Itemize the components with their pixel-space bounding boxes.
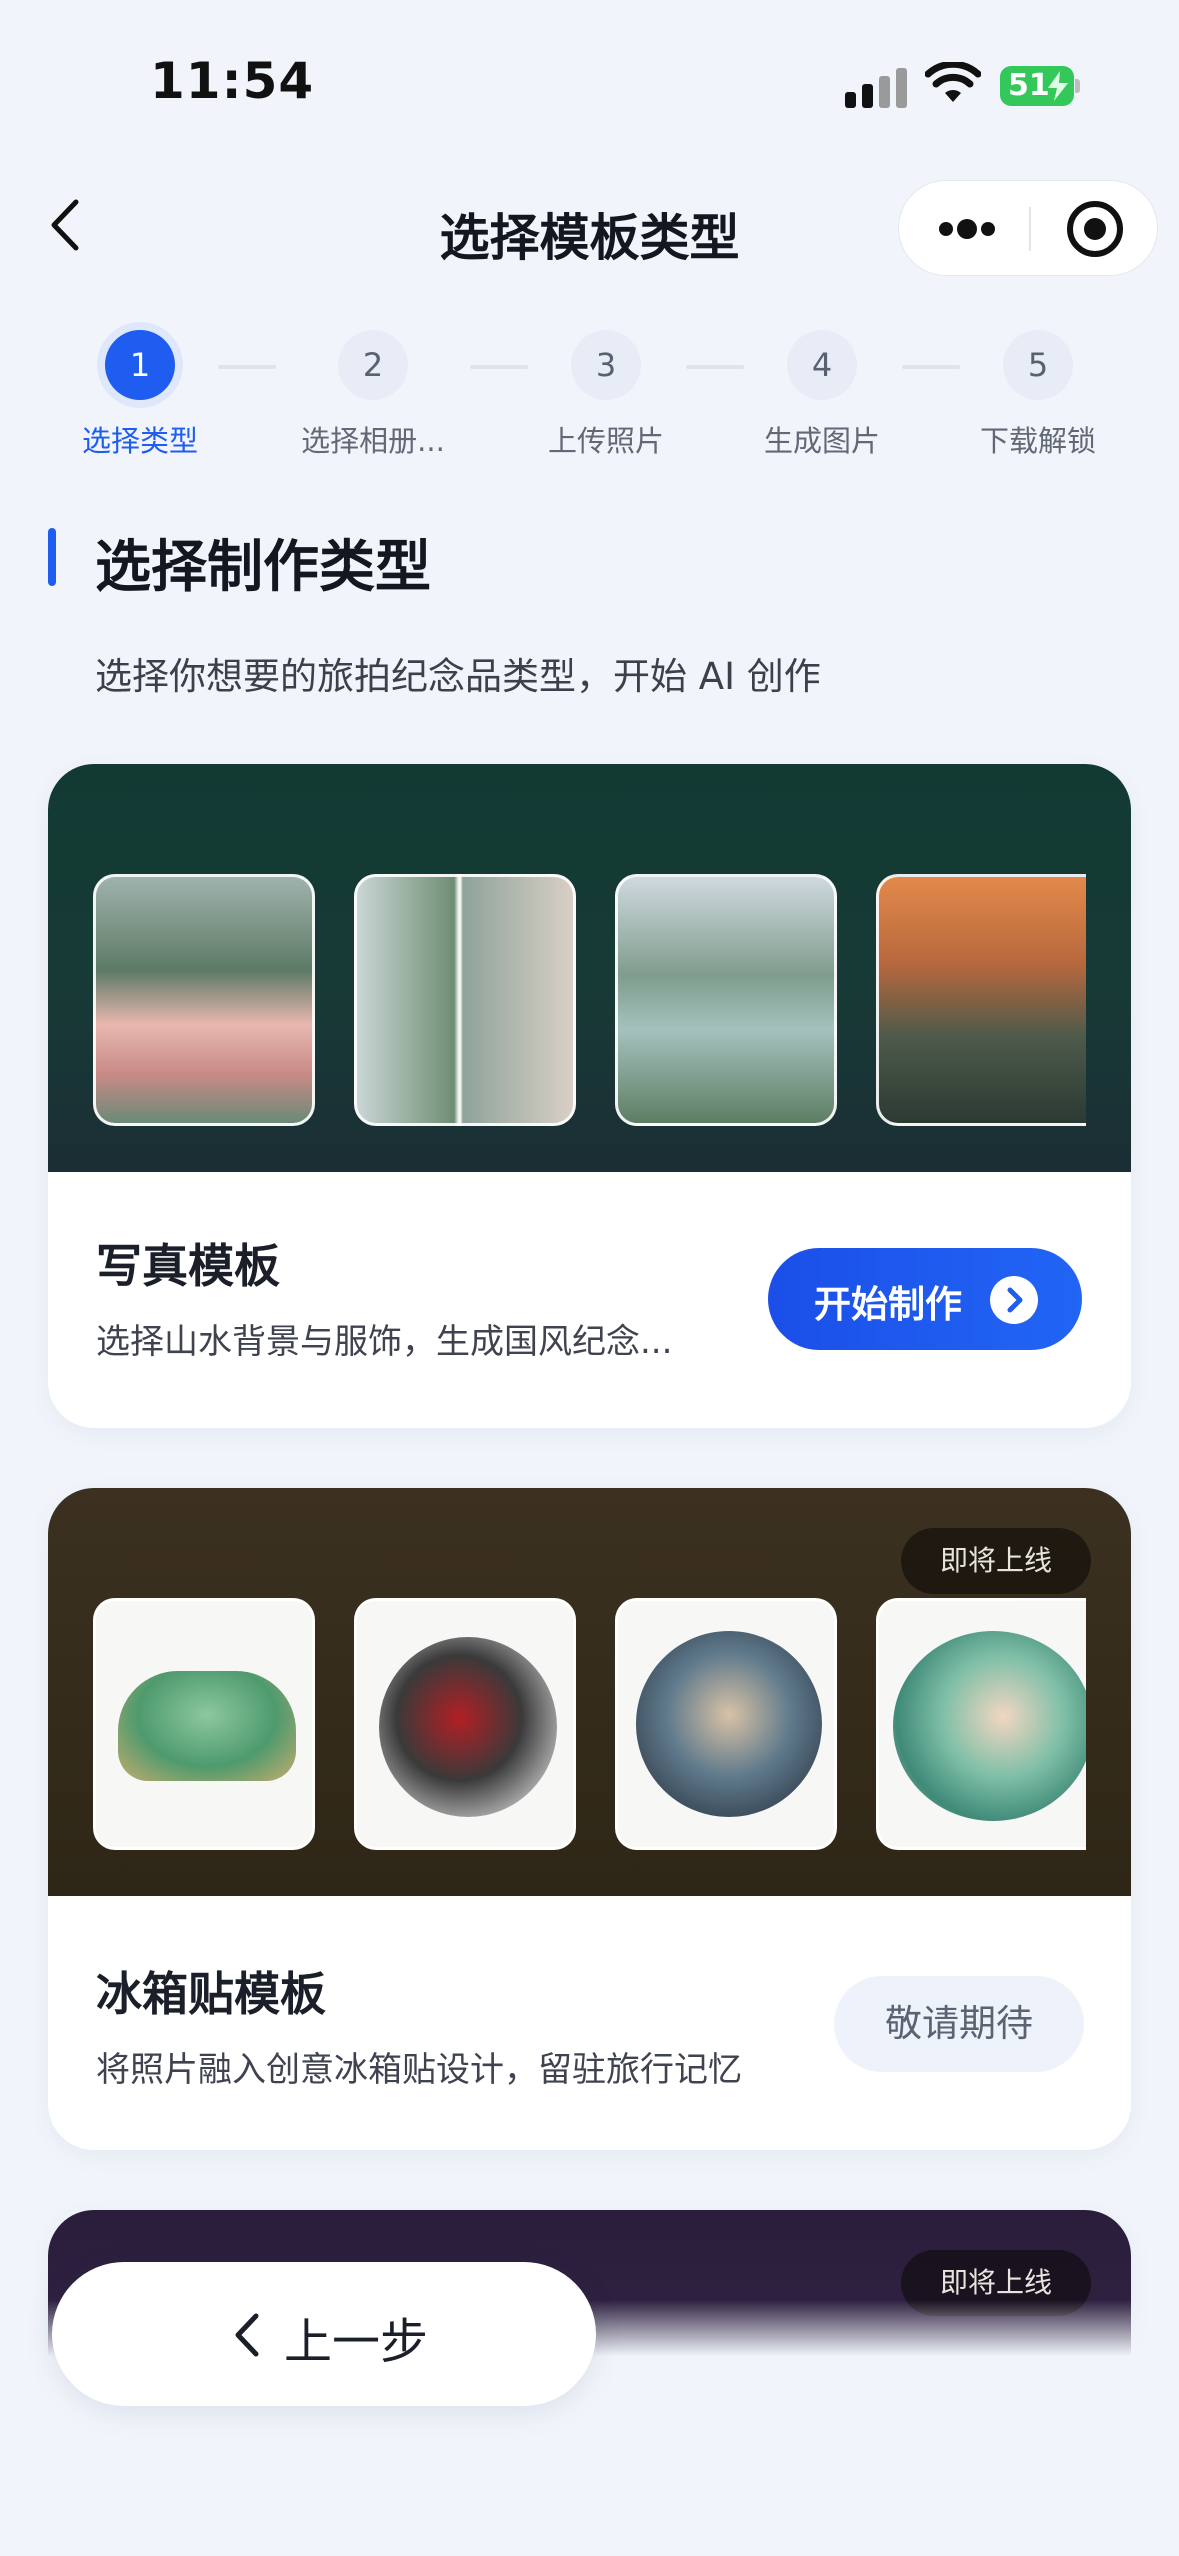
- section-title: 选择制作类型: [95, 535, 431, 600]
- battery-level: 51: [1008, 68, 1050, 103]
- coming-soon-badge: 即将上线: [901, 1528, 1091, 1594]
- battery-tip: [1075, 79, 1080, 93]
- card-title: 冰箱贴模板: [96, 1967, 326, 2021]
- battery-icon: 51: [1000, 66, 1074, 106]
- template-preview-image: [876, 874, 1086, 1126]
- step-5: 5 下载解锁: [938, 330, 1138, 460]
- step-number: 3: [571, 330, 641, 400]
- step-number: 5: [1003, 330, 1073, 400]
- step-label: 上传照片: [547, 424, 664, 458]
- magnet-art: [379, 1637, 557, 1817]
- template-preview-image: [615, 874, 837, 1126]
- status-bar: 11:54 51: [0, 0, 1179, 170]
- step-2: 2 选择相册...: [273, 330, 473, 460]
- stay-tuned-button: 敬请期待: [834, 1976, 1084, 2072]
- template-preview-image: [615, 1598, 837, 1850]
- step-1: 1 选择类型: [40, 330, 240, 460]
- chevron-right-icon: [990, 1276, 1038, 1324]
- charging-bolt-icon: [1048, 71, 1068, 101]
- card-banner: 即将上线: [48, 1488, 1131, 1896]
- section-description: 选择你想要的旅拍纪念品类型，开始 AI 创作: [95, 655, 821, 698]
- chevron-left-icon: [235, 2313, 259, 2357]
- section-accent-bar: [48, 528, 56, 586]
- step-number: 4: [787, 330, 857, 400]
- card-banner: [48, 764, 1131, 1172]
- card-title: 写真模板: [96, 1239, 280, 1293]
- magnet-art: [636, 1631, 822, 1817]
- previous-step-label: 上一步: [284, 2314, 429, 2370]
- template-preview-image: [93, 1598, 315, 1850]
- portrait-template-card[interactable]: 写真模板 选择山水背景与服饰，生成国风纪念... 开始制作: [48, 764, 1131, 1428]
- fridge-magnet-template-card: 即将上线 冰箱贴模板 将照片融入创意冰箱贴设计，留驻旅行记忆 敬请期待: [48, 1488, 1131, 2150]
- step-label: 生成图片: [763, 424, 880, 458]
- template-preview-image: [354, 874, 576, 1126]
- capsule-divider: [1029, 207, 1031, 251]
- wifi-icon: [925, 62, 981, 102]
- step-label: 选择类型: [81, 424, 198, 458]
- cellular-signal-icon: [845, 66, 907, 108]
- miniprogram-capsule: [898, 180, 1158, 276]
- step-label: 选择相册...: [301, 424, 445, 458]
- start-making-button[interactable]: 开始制作: [768, 1248, 1082, 1350]
- magnet-art: [118, 1671, 296, 1781]
- step-number: 2: [338, 330, 408, 400]
- template-preview-image: [354, 1598, 576, 1850]
- close-miniprogram-icon[interactable]: [1067, 201, 1123, 257]
- step-number: 1: [105, 330, 175, 400]
- card-description: 将照片融入创意冰箱贴设计，留驻旅行记忆: [96, 2050, 742, 2090]
- status-time: 11:54: [150, 52, 315, 110]
- progress-stepper: 1 选择类型 2 选择相册... 3 上传照片 4 生成图片 5 下载解锁: [0, 330, 1179, 470]
- template-preview-image: [93, 874, 315, 1126]
- step-label: 下载解锁: [979, 424, 1096, 458]
- template-preview-image: [876, 1598, 1086, 1850]
- magnet-art: [893, 1631, 1086, 1821]
- start-button-label: 开始制作: [814, 1283, 962, 1326]
- step-4: 4 生成图片: [722, 330, 922, 460]
- step-3: 3 上传照片: [506, 330, 706, 460]
- previous-step-button[interactable]: 上一步: [52, 2262, 596, 2406]
- card-description: 选择山水背景与服饰，生成国风纪念...: [96, 1322, 673, 1362]
- more-icon[interactable]: [937, 217, 997, 241]
